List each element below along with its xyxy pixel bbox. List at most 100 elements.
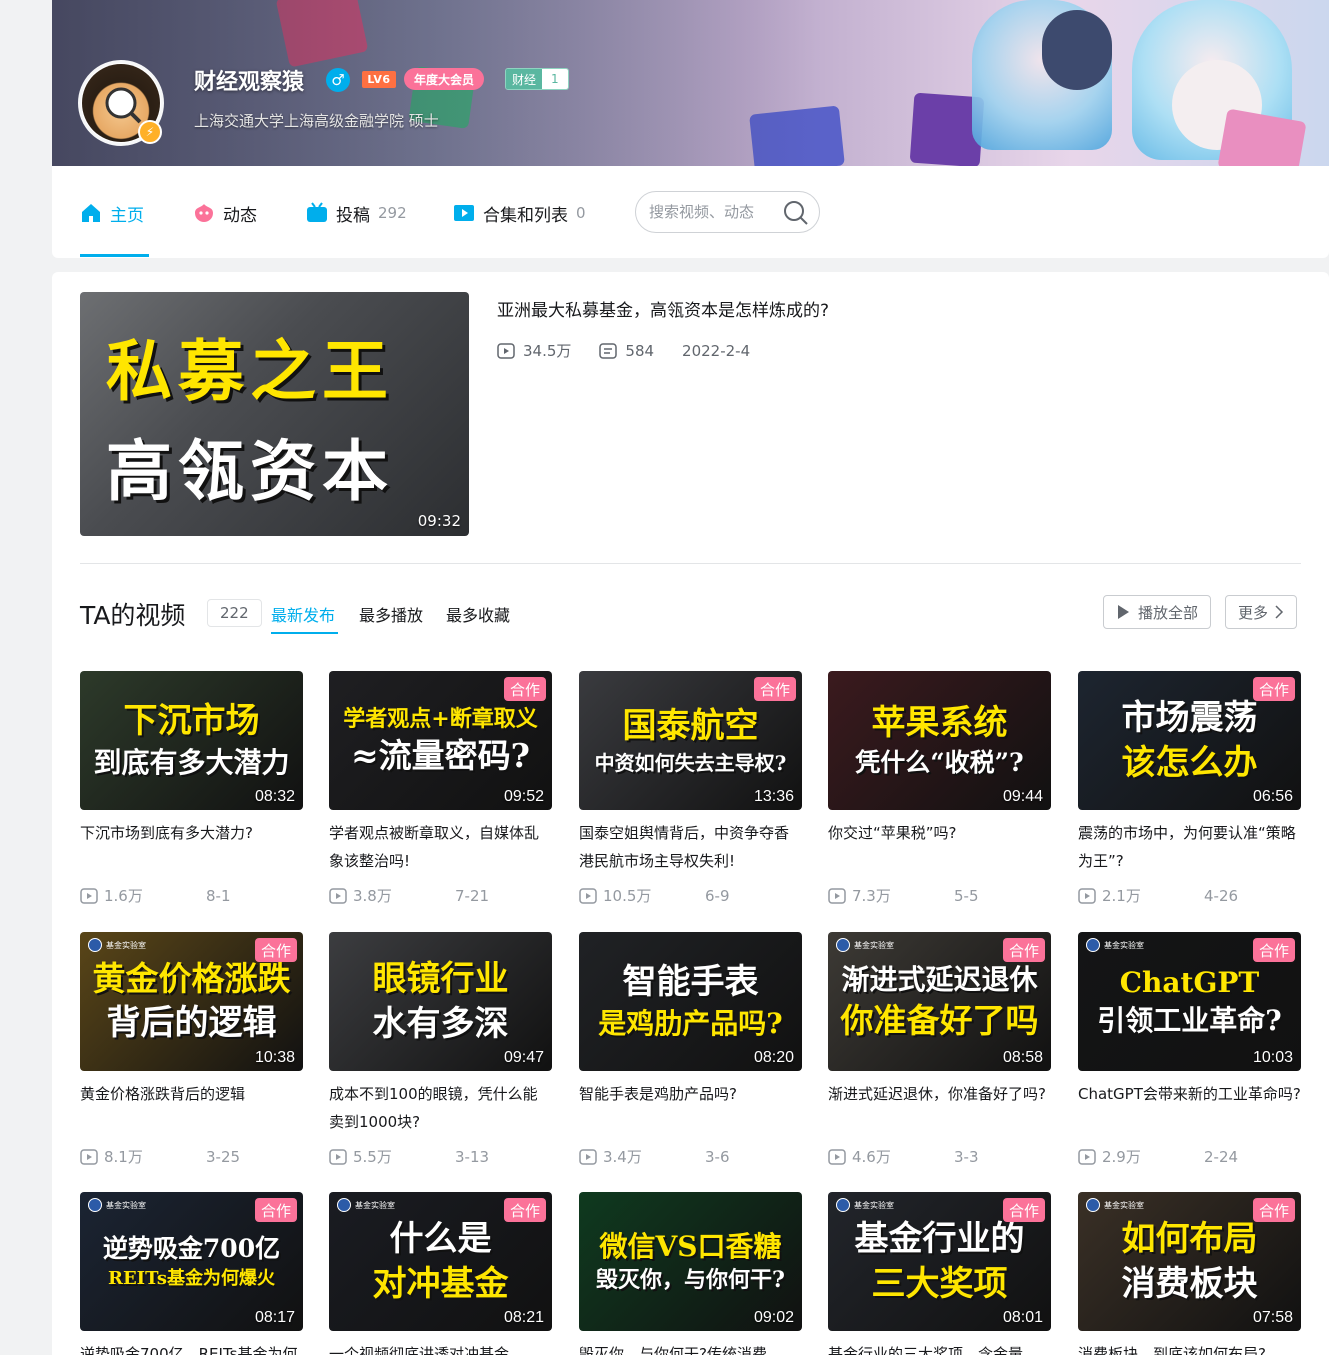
video-card[interactable]: 市场震荡 该怎么办 合作 06:56 震荡的市场中，为何要认准“策略为王”? 2.1万 4-… bbox=[1078, 671, 1301, 906]
channel-logo: 基金实验室 bbox=[836, 938, 894, 952]
tv-icon bbox=[306, 202, 328, 224]
thumb-text-line1: 市场震荡 bbox=[1121, 697, 1258, 738]
coop-badge: 合作 bbox=[254, 938, 297, 962]
video-title[interactable]: 下沉市场到底有多大潜力? bbox=[80, 819, 303, 875]
home-icon bbox=[80, 202, 102, 224]
username[interactable]: 财经观察猿 bbox=[194, 64, 304, 96]
video-thumbnail[interactable]: 下沉市场 到底有多大潜力 08:32 bbox=[80, 671, 303, 810]
video-card[interactable]: 苹果系统 凭什么“收税”? 09:44 你交过“苹果税”吗? 7.3万 5-5 bbox=[828, 671, 1051, 906]
video-thumbnail[interactable]: 基金实验室 如何布局 消费板块 合作 07:58 bbox=[1078, 1192, 1301, 1331]
video-card[interactable]: 学者观点+断章取义 ≈流量密码? 合作 09:52 学者观点被断章取义，自媒体乱象该整治… bbox=[329, 671, 552, 906]
vip-badge[interactable]: 年度大会员 bbox=[404, 68, 485, 90]
play-count-icon bbox=[80, 1148, 98, 1165]
channel-logo: 基金实验室 bbox=[337, 1198, 395, 1212]
video-card[interactable]: 基金实验室 逆势吸金700亿 REITs基金为何爆火 合作 08:17 逆势吸金700亿，… bbox=[80, 1192, 303, 1355]
video-card[interactable]: 微信VS口香糖 毁灭你，与你何干? 09:02 毁灭你，与你何干?传统消费 bbox=[579, 1192, 802, 1355]
video-date: 8-1 bbox=[206, 886, 231, 905]
video-title[interactable]: 智能手表是鸡肋产品吗? bbox=[579, 1080, 802, 1136]
video-card[interactable]: 基金实验室 ChatGPT 引领工业革命? 合作 10:03 ChatGPT会带来新的工业… bbox=[1078, 932, 1301, 1167]
search-input[interactable] bbox=[649, 203, 779, 221]
video-title[interactable]: 渐进式延迟退休，你准备好了吗? bbox=[828, 1080, 1051, 1136]
video-title[interactable]: ChatGPT会带来新的工业革命吗? bbox=[1078, 1080, 1301, 1136]
video-plays-value: 4.6万 bbox=[852, 1148, 891, 1166]
featured-video-thumbnail[interactable]: 私募之王 高瓴资本 09:32 bbox=[80, 292, 469, 536]
thumb-text-line2: 到底有多大潜力 bbox=[93, 746, 290, 780]
sort-plays[interactable]: 最多播放 bbox=[359, 602, 423, 626]
video-duration: 07:58 bbox=[1252, 1309, 1293, 1326]
video-card[interactable]: 下沉市场 到底有多大潜力 08:32 下沉市场到底有多大潜力? 1.6万 8-1 bbox=[80, 671, 303, 906]
video-date: 3-6 bbox=[705, 1147, 730, 1166]
video-title[interactable]: 毁灭你，与你何干?传统消费 bbox=[579, 1340, 802, 1355]
thumb-text-line2: 水有多深 bbox=[372, 1003, 509, 1044]
video-title[interactable]: 基金行业的三大奖项，含金量 bbox=[828, 1340, 1051, 1355]
search-icon[interactable] bbox=[783, 200, 809, 226]
coop-badge: 合作 bbox=[753, 677, 796, 701]
video-card[interactable]: 基金实验室 基金行业的 三大奖项 合作 08:01 基金行业的三大奖项，含金量 bbox=[828, 1192, 1051, 1355]
tab-home[interactable]: 主页 bbox=[80, 200, 144, 226]
video-card[interactable]: 智能手表 是鸡肋产品吗? 08:20 智能手表是鸡肋产品吗? 3.4万 3-6 bbox=[579, 932, 802, 1167]
video-title[interactable]: 成本不到100的眼镜，凭什么能卖到1000块? bbox=[329, 1080, 552, 1136]
video-thumbnail[interactable]: 基金实验室 什么是 对冲基金 合作 08:21 bbox=[329, 1192, 552, 1331]
coop-badge: 合作 bbox=[1002, 1198, 1045, 1222]
video-thumbnail[interactable]: 国泰航空 中资如何失去主导权? 合作 13:36 bbox=[579, 671, 802, 810]
thumb-text-line2: 中资如何失去主导权? bbox=[594, 750, 787, 775]
video-card[interactable]: 基金实验室 如何布局 消费板块 合作 07:58 消费板块，到底该如何布局? bbox=[1078, 1192, 1301, 1355]
video-title[interactable]: 你交过“苹果税”吗? bbox=[828, 819, 1051, 875]
video-thumbnail[interactable]: 微信VS口香糖 毁灭你，与你何干? 09:02 bbox=[579, 1192, 802, 1331]
thumb-text-line2: ≈流量密码? bbox=[351, 735, 530, 775]
video-title[interactable]: 国泰空姐舆情背后，中资争夺香港民航市场主导权失利! bbox=[579, 819, 802, 875]
video-thumbnail[interactable]: 基金实验室 逆势吸金700亿 REITs基金为何爆火 合作 08:17 bbox=[80, 1192, 303, 1331]
video-duration: 09:44 bbox=[1002, 788, 1043, 805]
video-thumbnail[interactable]: 智能手表 是鸡肋产品吗? 08:20 bbox=[579, 932, 802, 1071]
play-count-icon bbox=[329, 1148, 347, 1165]
more-button[interactable]: 更多 bbox=[1225, 595, 1298, 629]
video-card[interactable]: 基金实验室 渐进式延迟退休 你准备好了吗 合作 08:58 渐进式延迟退休，你准备好了吗?… bbox=[828, 932, 1051, 1167]
tab-videos[interactable]: 投稿 292 bbox=[306, 200, 407, 226]
thumb-text-line2: 三大奖项 bbox=[871, 1263, 1008, 1304]
chevron-right-icon bbox=[1275, 605, 1284, 619]
video-title[interactable]: 震荡的市场中，为何要认准“策略为王”? bbox=[1078, 819, 1301, 875]
video-date: 5-5 bbox=[954, 886, 979, 905]
thumb-text-line1: ChatGPT bbox=[1119, 965, 1260, 999]
thumb-text-line1: 学者观点+断章取义 bbox=[343, 705, 538, 732]
video-thumbnail[interactable]: 眼镜行业 水有多深 09:47 bbox=[329, 932, 552, 1071]
coop-badge: 合作 bbox=[503, 677, 546, 701]
video-thumbnail[interactable]: 苹果系统 凭什么“收税”? 09:44 bbox=[828, 671, 1051, 810]
video-title[interactable]: 黄金价格涨跌背后的逻辑 bbox=[80, 1080, 303, 1136]
sort-latest[interactable]: 最新发布 bbox=[271, 602, 335, 626]
sort-active-indicator bbox=[271, 632, 338, 634]
channel-logo-label: 基金实验室 bbox=[106, 1200, 146, 1210]
video-date: 6-9 bbox=[705, 886, 730, 905]
tab-collections[interactable]: 合集和列表 0 bbox=[453, 200, 586, 226]
play-count-icon bbox=[1078, 1148, 1096, 1165]
profile-nav: 主页 动态 投稿 292 合集和列表 0 bbox=[52, 166, 1329, 258]
video-thumbnail[interactable]: 市场震荡 该怎么办 合作 06:56 bbox=[1078, 671, 1301, 810]
video-meta: 3.8万 7-21 bbox=[329, 885, 552, 906]
tab-dynamic[interactable]: 动态 bbox=[193, 200, 257, 226]
video-title[interactable]: 消费板块，到底该如何布局? bbox=[1078, 1340, 1301, 1355]
video-thumbnail[interactable]: 基金实验室 渐进式延迟退休 你准备好了吗 合作 08:58 bbox=[828, 932, 1051, 1071]
play-count-icon bbox=[828, 887, 846, 904]
video-card[interactable]: 国泰航空 中资如何失去主导权? 合作 13:36 国泰空姐舆情背后，中资争夺香港民航市场… bbox=[579, 671, 802, 906]
video-card[interactable]: 基金实验室 黄金价格涨跌 背后的逻辑 合作 10:38 黄金价格涨跌背后的逻辑 8.1万 3-… bbox=[80, 932, 303, 1167]
medal-level: 1 bbox=[542, 69, 568, 89]
featured-video-title[interactable]: 亚洲最大私募基金，高瓴资本是怎样炼成的? bbox=[497, 296, 829, 321]
video-title[interactable]: 学者观点被断章取义，自媒体乱象该整治吗! bbox=[329, 819, 552, 875]
video-thumbnail[interactable]: 基金实验室 基金行业的 三大奖项 合作 08:01 bbox=[828, 1192, 1051, 1331]
video-meta: 10.5万 6-9 bbox=[579, 885, 802, 906]
video-thumbnail[interactable]: 基金实验室 ChatGPT 引领工业革命? 合作 10:03 bbox=[1078, 932, 1301, 1071]
video-plays: 3.8万 bbox=[329, 885, 455, 906]
thumb-text-line2: 你准备好了吗 bbox=[840, 1000, 1039, 1040]
video-title[interactable]: 一个视频彻底讲透对冲基金 bbox=[329, 1340, 552, 1355]
play-count-icon bbox=[497, 342, 515, 359]
video-meta: 3.4万 3-6 bbox=[579, 1146, 802, 1167]
video-title[interactable]: 逆势吸金700亿，REITs基金为何爆火? bbox=[80, 1340, 303, 1355]
video-card[interactable]: 眼镜行业 水有多深 09:47 成本不到100的眼镜，凭什么能卖到1000块? 5.5万… bbox=[329, 932, 552, 1167]
fan-medal[interactable]: 财经 1 bbox=[505, 68, 569, 90]
sort-favorites[interactable]: 最多收藏 bbox=[446, 602, 510, 626]
video-card[interactable]: 基金实验室 什么是 对冲基金 合作 08:21 一个视频彻底讲透对冲基金 bbox=[329, 1192, 552, 1355]
video-thumbnail[interactable]: 学者观点+断章取义 ≈流量密码? 合作 09:52 bbox=[329, 671, 552, 810]
play-all-button[interactable]: 播放全部 bbox=[1103, 595, 1212, 629]
video-thumbnail[interactable]: 基金实验室 黄金价格涨跌 背后的逻辑 合作 10:38 bbox=[80, 932, 303, 1071]
coop-badge: 合作 bbox=[503, 1198, 546, 1222]
